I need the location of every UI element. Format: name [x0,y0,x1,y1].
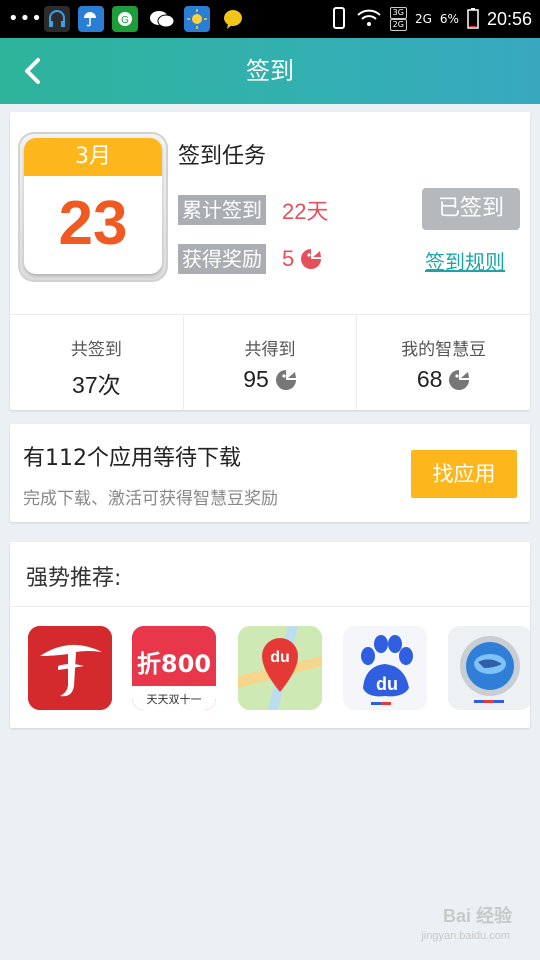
watermark-url: jingyan.baidu.com [421,930,510,942]
app-label: 折800 [137,650,211,678]
status-right: ! 3G 2G 2G 6% 20:56 [332,0,532,38]
sign-rules-link[interactable]: 签到规则 [425,246,505,275]
chevron-left-icon [25,58,40,84]
notification-dots: ••• [8,8,43,29]
summary-value: 95 [243,366,297,393]
sign-in-card: 3月 23 签到任务 累计签到 22天 获得奖励 5 已签到 签到规则 共签到 … [10,112,530,410]
find-apps-button[interactable]: 找应用 [411,450,517,498]
signal-2g-label: 2G [414,12,432,26]
battery-percent: 6% [439,12,459,26]
watermark-logo: Bai 经验 [442,906,512,926]
recommend-card: 强势推荐: 折800 天天双十一 du du [10,542,530,728]
summary-label: 共得到 [244,340,296,360]
calendar-month: 3月 [24,138,162,176]
download-title: 有112个应用等待下载 [23,446,241,471]
clock: 20:56 [486,8,532,29]
weather-icon [78,6,104,32]
bean-icon [275,369,296,390]
app-list: 折800 天天双十一 du du [28,626,530,710]
bean-icon [301,249,322,269]
task-title: 签到任务 [178,144,267,169]
wechat-icon [148,6,175,32]
summary-label: 共签到 [70,340,122,360]
app-sublabel: 天天双十一 [147,692,202,706]
reward-label: 获得奖励 [178,244,266,274]
total-sign-label: 累计签到 [178,195,266,225]
summary-value: 37次 [72,372,121,398]
summary-label: 我的智慧豆 [401,340,487,360]
summary-value: 68 [417,366,471,393]
signed-button[interactable]: 已签到 [422,188,520,230]
calendar-day: 23 [58,189,128,258]
summary-my-beans: 我的智慧豆 68 [356,315,530,410]
baidu-icon[interactable]: du [343,626,427,710]
back-button[interactable] [16,53,52,89]
calendar-icon: 3月 23 [18,132,168,282]
phone-alert-icon: ! [332,6,348,32]
summary-row: 共签到 37次 共得到 95 我的智慧豆 68 [10,314,530,410]
battery-icon [467,7,479,32]
total-sign-row: 累计签到 22天 [178,194,328,226]
reward-row: 获得奖励 5 [178,244,322,274]
app-label: du [376,674,398,694]
app-label: du [270,649,290,666]
page-title: 签到 [246,57,294,85]
app-bar: 签到 [0,38,540,104]
summary-total-beans: 共得到 95 [182,315,357,410]
chat-bubble-icon [220,6,246,32]
download-subtitle: 完成下载、激活可获得智慧豆奖励 [23,489,278,509]
recommend-title: 强势推荐: [26,566,122,591]
browser-globe-icon[interactable] [448,626,530,710]
reward-value: 5 [282,246,295,271]
status-bar: ••• G ! 3G 2G 2G 6% 20:56 [0,0,540,38]
svg-text:!: ! [343,13,346,23]
sun-icon [184,6,210,32]
zhe800-icon[interactable]: 折800 天天双十一 [132,626,216,710]
headset-icon [44,6,70,32]
g-app-icon: G [112,6,138,32]
china-telecom-icon[interactable] [28,626,112,710]
wifi-icon [356,8,382,31]
baidu-maps-icon[interactable]: du [238,626,322,710]
total-sign-value: 22天 [282,199,329,224]
download-card[interactable]: 有112个应用等待下载 完成下载、激活可获得智慧豆奖励 找应用 [10,424,530,522]
svg-text:G: G [121,15,129,26]
bean-icon [449,369,470,390]
divider [10,606,530,607]
summary-total-days: 共签到 37次 [10,315,183,410]
signal-icon: 3G 2G [389,7,407,31]
